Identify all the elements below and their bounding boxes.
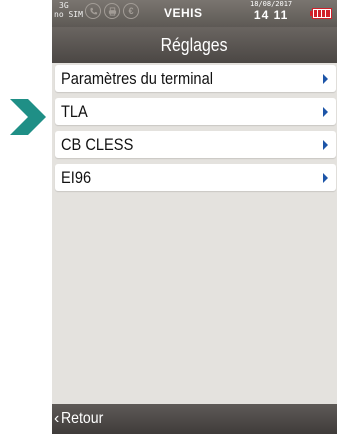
chevron-right-icon <box>323 74 328 84</box>
status-time: 14 11 <box>253 8 289 22</box>
status-icons: € <box>85 3 139 19</box>
menu-item-tla[interactable]: TLA <box>55 98 336 125</box>
back-button-label: Retour <box>61 410 104 427</box>
menu-item-label: CB CLESS <box>61 135 134 154</box>
sim-status: no SIM <box>54 10 83 19</box>
back-button[interactable]: ‹ Retour <box>54 410 109 428</box>
status-bar: 3G no SIM € VEHIS 18/08/2017 14 11 <box>52 0 337 27</box>
terminal-screen: 3G no SIM € VEHIS 18/08/2017 14 11 Régla… <box>52 0 337 434</box>
pointer-arrow-icon <box>10 99 46 135</box>
stage: 3G no SIM € VEHIS 18/08/2017 14 11 Régla… <box>0 0 337 434</box>
chevron-left-icon: ‹ <box>54 410 60 427</box>
euro-icon: € <box>123 3 139 19</box>
date-time: 18/08/2017 14 11 <box>250 0 292 22</box>
menu-item-label: Paramètres du terminal <box>61 69 213 88</box>
menu-item-ei96[interactable]: EI96 <box>55 164 336 191</box>
chevron-right-icon <box>323 173 328 183</box>
menu-item-label: TLA <box>61 102 88 121</box>
phone-icon <box>85 3 101 19</box>
menu-item-terminal-settings[interactable]: Paramètres du terminal <box>55 65 336 92</box>
battery-icon <box>310 8 332 19</box>
network-type: 3G <box>59 1 69 10</box>
chevron-right-icon <box>323 140 328 150</box>
page-title: Réglages <box>161 34 228 55</box>
operator-name: VEHIS <box>164 6 203 20</box>
settings-menu: Paramètres du terminal TLA CB CLESS EI96 <box>55 65 336 197</box>
bottom-bar: ‹ Retour <box>52 404 337 434</box>
menu-item-cb-cless[interactable]: CB CLESS <box>55 131 336 158</box>
status-date: 18/08/2017 <box>250 0 293 8</box>
network-status: 3G no SIM <box>54 1 83 19</box>
title-bar: Réglages <box>52 27 337 63</box>
chevron-right-icon <box>323 107 328 117</box>
printer-icon <box>104 3 120 19</box>
menu-item-label: EI96 <box>61 168 92 187</box>
